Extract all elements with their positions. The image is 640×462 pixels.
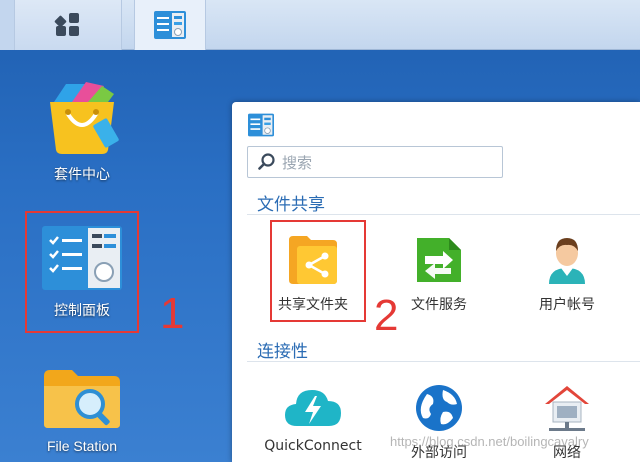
tile-file-services[interactable]: 文件服务: [384, 234, 494, 314]
tile-label: 用户帐号: [539, 297, 595, 313]
control-panel-icon: [248, 113, 274, 137]
desktop-item-label: 套件中心: [54, 166, 110, 182]
network-icon: [545, 386, 589, 431]
tile-quickconnect[interactable]: QuickConnect: [258, 382, 368, 454]
section-title-file-sharing: 文件共享: [257, 195, 325, 215]
desktop-item-file-station[interactable]: File Station: [22, 366, 142, 454]
control-panel-icon: [154, 11, 186, 39]
main-menu-button[interactable]: [14, 0, 122, 50]
grid-icon: [54, 13, 79, 36]
annotation-number-1: 1: [160, 289, 185, 338]
section-divider: [247, 214, 640, 215]
tile-label: 文件服务: [411, 297, 467, 313]
user-icon: [549, 238, 585, 284]
desktop-item-package-center[interactable]: 套件中心: [22, 80, 142, 184]
taskbar: [0, 0, 640, 50]
tile-user-account[interactable]: 用户帐号: [512, 234, 622, 314]
quickconnect-icon: [285, 390, 341, 426]
window-app-icon: [246, 112, 276, 142]
tile-external-access[interactable]: 外部访问: [384, 382, 494, 462]
annotation-box-2: [270, 220, 366, 322]
section-title-connectivity: 连接性: [257, 342, 308, 362]
search-placeholder: 搜索: [282, 153, 313, 172]
watermark: https://blog.csdn.net/boilingcavalry: [390, 434, 589, 449]
desktop-item-label: File Station: [46, 438, 118, 454]
taskbar-control-panel-button[interactable]: [134, 0, 206, 50]
file-services-icon: [417, 238, 461, 282]
tile-label: QuickConnect: [264, 438, 362, 454]
annotation-number-2: 2: [374, 291, 399, 340]
external-access-icon: [416, 385, 462, 431]
package-center-icon: [50, 82, 119, 154]
search-input[interactable]: 搜索: [247, 146, 503, 178]
annotation-box-1: [25, 211, 139, 333]
file-station-icon: [44, 370, 120, 428]
section-divider: [247, 361, 640, 362]
search-icon: [258, 153, 275, 170]
tile-network[interactable]: 网络: [512, 382, 622, 462]
taskbar-edge: [0, 0, 14, 50]
